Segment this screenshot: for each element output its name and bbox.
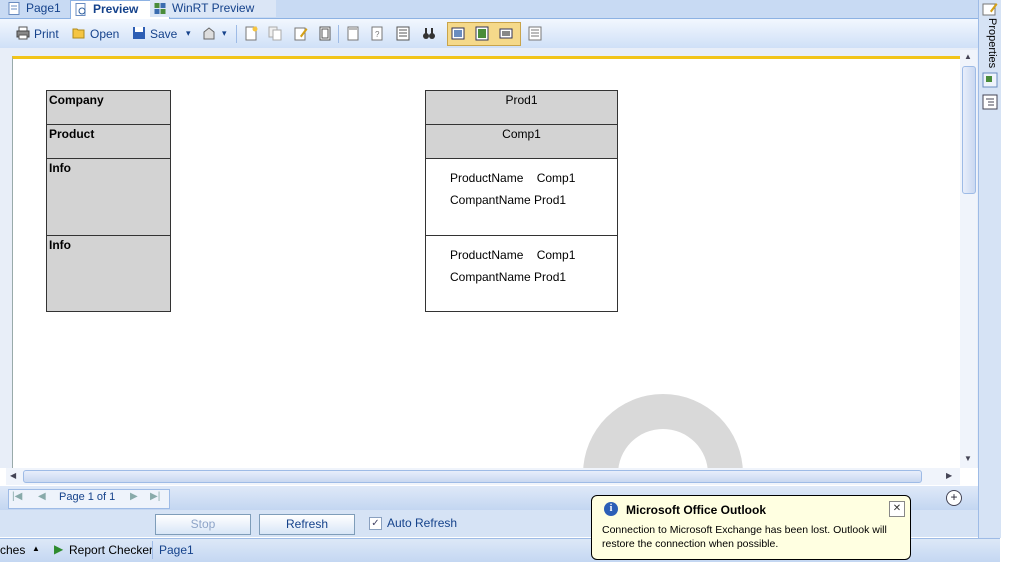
tab-winrt-preview[interactable]: WinRT Preview: [150, 0, 276, 17]
preview-toolbar: Print Open Save ▾ ▾ ?: [0, 19, 978, 49]
run-triangle-icon: ▶: [54, 542, 64, 556]
outlook-notification-balloon[interactable]: i Microsoft Office Outlook ✕ Connection …: [591, 495, 911, 560]
info-detail-cell: ProductName Comp1 CompantName Prod1: [425, 235, 618, 312]
parameters-icon[interactable]: [396, 26, 410, 41]
info-row: CompantName Prod1: [450, 193, 567, 207]
properties-tab[interactable]: Properties: [982, 18, 998, 70]
page-indicator: Page 1 of 1: [59, 491, 116, 503]
notification-message-line2: restore the connection when possible.: [602, 538, 779, 550]
notification-message-line1: Connection to Microsoft Exchange has bee…: [602, 524, 887, 536]
company-label-cell: Company: [46, 90, 171, 125]
info-row: ProductName Comp1: [450, 171, 576, 185]
save-button[interactable]: Save: [132, 25, 177, 43]
scroll-down-icon[interactable]: ▼: [964, 454, 972, 463]
auto-refresh-checkbox[interactable]: ✓: [369, 517, 382, 530]
save-label: Save: [150, 27, 178, 41]
tab-label: Page1: [26, 1, 61, 15]
scroll-right-icon[interactable]: ▶: [946, 471, 952, 480]
new-page-icon[interactable]: [244, 26, 258, 41]
status-separator: [152, 541, 153, 559]
report-checker-button[interactable]: Report Checker: [69, 543, 153, 557]
properties-icon[interactable]: [982, 2, 998, 16]
floppy-disk-icon: [133, 27, 145, 39]
company-label: Company: [49, 93, 104, 107]
help-page-icon[interactable]: ?: [370, 26, 384, 41]
export-dropdown-arrow-icon[interactable]: ▾: [222, 26, 236, 41]
single-page-view-icon[interactable]: [451, 26, 465, 41]
collapse-up-icon[interactable]: ▲: [32, 544, 40, 553]
multi-page-view-icon[interactable]: [499, 26, 513, 41]
right-dock-panel: Properties: [978, 0, 1001, 538]
printer-icon: [16, 26, 30, 40]
page-icon: [8, 2, 20, 15]
tab-label: WinRT Preview: [172, 1, 255, 15]
edit-icon[interactable]: [294, 26, 308, 41]
scroll-left-icon[interactable]: ◀: [10, 471, 16, 480]
next-page-icon[interactable]: ▶: [130, 491, 138, 502]
notification-title: Microsoft Office Outlook: [626, 503, 767, 517]
info-label: Info: [49, 161, 71, 175]
preview-icon: [75, 3, 86, 16]
stop-button[interactable]: Stop: [155, 514, 251, 535]
winrt-icon: [154, 3, 166, 14]
svg-text:?: ?: [375, 30, 380, 39]
export-icon[interactable]: [202, 26, 216, 41]
open-label: Open: [90, 27, 120, 41]
info-label-cell: Info: [46, 158, 171, 236]
status-page-label[interactable]: Page1: [159, 543, 194, 557]
info-label: Info: [49, 238, 71, 252]
dictionary-icon[interactable]: [982, 72, 998, 88]
continuous-view-icon[interactable]: [475, 26, 489, 41]
refresh-button[interactable]: Refresh: [259, 514, 355, 535]
product-label: Product: [49, 127, 95, 141]
vertical-scrollbar[interactable]: ▲ ▼: [960, 50, 977, 468]
info-icon: i: [604, 502, 618, 516]
status-left-text[interactable]: ches: [0, 543, 25, 557]
toolbar-separator: [236, 25, 237, 43]
open-button[interactable]: Open: [72, 25, 119, 43]
scroll-up-icon[interactable]: ▲: [964, 52, 972, 61]
info-row: ProductName Comp1: [450, 248, 576, 262]
watermark-arc-icon: [583, 394, 743, 474]
info-label-cell: Info: [46, 235, 171, 312]
page-setup-icon[interactable]: [318, 26, 332, 41]
report-tree-icon[interactable]: [982, 94, 998, 110]
save-dropdown-arrow-icon[interactable]: ▾: [186, 26, 200, 41]
comp-header-text: Comp1: [502, 127, 541, 141]
print-button[interactable]: Print: [16, 25, 59, 43]
prod-header-cell: Prod1: [425, 90, 618, 125]
info-row: CompantName Prod1: [450, 270, 567, 284]
auto-refresh-label: Auto Refresh: [387, 516, 458, 530]
vertical-scroll-thumb[interactable]: [962, 66, 976, 194]
horizontal-scroll-thumb[interactable]: [23, 470, 922, 483]
document-tab-strip: Page1 Preview WinRT Preview: [0, 0, 978, 19]
thumbnails-icon[interactable]: [528, 26, 542, 41]
print-label: Print: [34, 27, 59, 41]
prod-header-text: Prod1: [505, 93, 538, 107]
folder-open-icon: [72, 28, 85, 39]
zoom-in-icon[interactable]: +: [946, 490, 962, 506]
binoculars-icon[interactable]: [422, 26, 436, 41]
product-label-cell: Product: [46, 124, 171, 159]
first-page-icon[interactable]: |◀: [12, 491, 22, 502]
previous-page-icon[interactable]: ◀: [38, 491, 46, 502]
close-icon[interactable]: ✕: [889, 501, 905, 517]
info-detail-cell: ProductName Comp1 CompantName Prod1: [425, 158, 618, 236]
report-page: Company Product Info Info Prod1 Comp1 Pr…: [12, 56, 960, 474]
toolbar-separator: [338, 25, 339, 43]
comp-header-cell: Comp1: [425, 124, 618, 159]
tab-label: Preview: [93, 2, 139, 16]
header-footer-icon[interactable]: [346, 26, 360, 41]
copy-page-icon[interactable]: [268, 26, 282, 41]
last-page-icon[interactable]: ▶|: [150, 491, 160, 502]
horizontal-scrollbar[interactable]: ◀ ▶: [6, 468, 960, 485]
